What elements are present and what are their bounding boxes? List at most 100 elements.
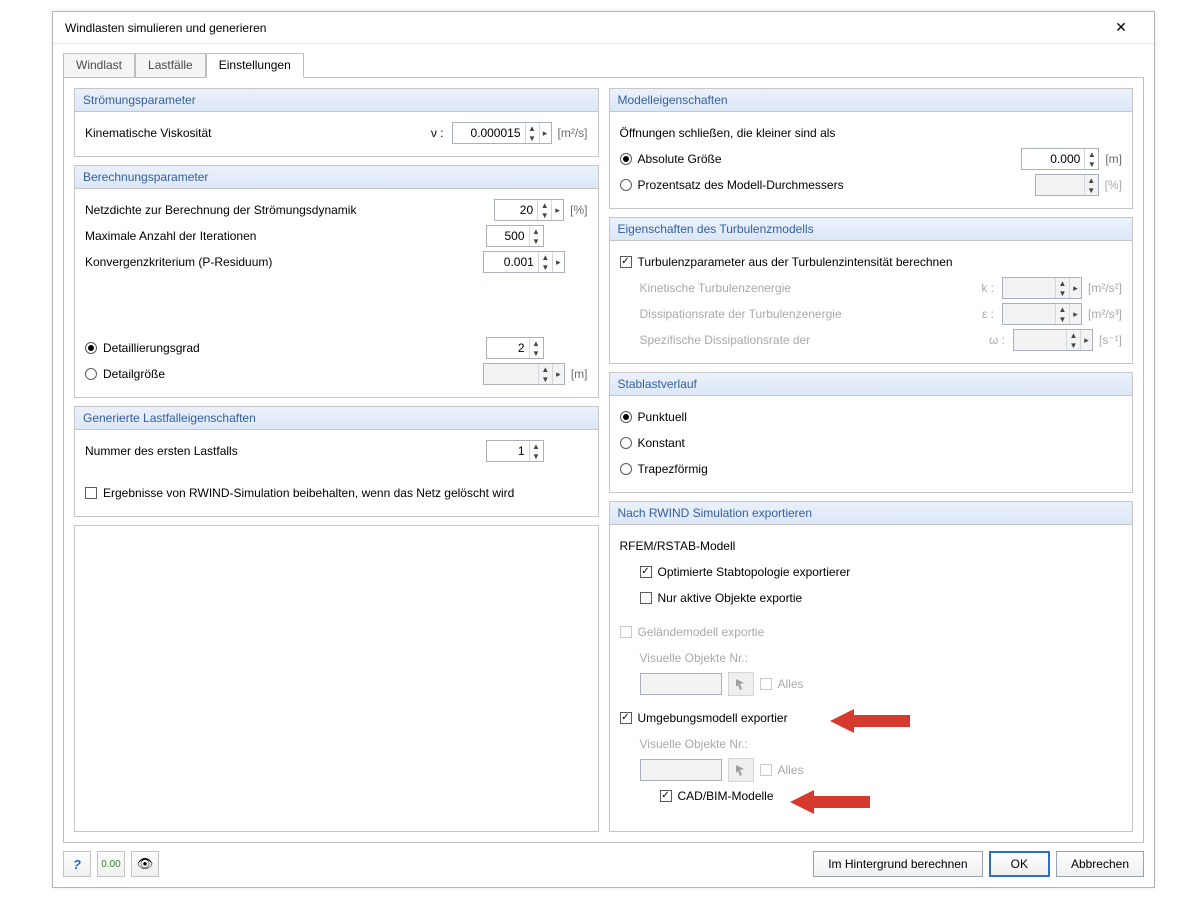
radio-label: Trapezförmig xyxy=(638,462,708,476)
eye-icon: 👁 xyxy=(137,856,154,872)
cursor-pick-icon xyxy=(734,763,748,777)
check-cad-bim[interactable]: CAD/BIM-Modelle xyxy=(660,789,774,803)
visual-objects-label-1: Visuelle Objekte Nr.: xyxy=(640,651,749,665)
preview-button[interactable]: 👁 xyxy=(131,851,159,877)
group-heading: Stablastverlauf xyxy=(610,373,1133,396)
pick-button-2 xyxy=(728,758,754,782)
viscosity-value[interactable] xyxy=(453,123,525,143)
tab-lastfaelle[interactable]: Lastfälle xyxy=(135,53,206,77)
group-heading: Nach RWIND Simulation exportieren xyxy=(610,502,1133,525)
scrub-icon[interactable]: ▸ xyxy=(552,252,564,272)
k-input: ▲▼ ▸ xyxy=(1002,277,1082,299)
check-label: Geländemodell exportie xyxy=(638,625,765,639)
radio-absolute-size[interactable]: Absolute Größe xyxy=(620,152,722,166)
spinner-icon: ▲▼ xyxy=(538,364,552,384)
spinner-icon[interactable]: ▲▼ xyxy=(538,252,552,272)
button-label: Abbrechen xyxy=(1071,857,1129,871)
viscosity-unit: [m²/s] xyxy=(558,126,588,140)
tabpanel-einstellungen: Strömungsparameter Kinematische Viskosit… xyxy=(63,77,1144,843)
spinner-icon[interactable]: ▲▼ xyxy=(529,441,543,461)
check-opt-topology[interactable]: Optimierte Stabtopologie exportierer xyxy=(640,565,851,579)
group-heading: Modelleigenschaften xyxy=(610,89,1133,112)
spinner-icon[interactable]: ▲▼ xyxy=(537,200,551,220)
cursor-pick-icon xyxy=(734,677,748,691)
mesh-density-input[interactable]: ▲▼ ▸ xyxy=(494,199,564,221)
window-title: Windlasten simulieren und generieren xyxy=(65,12,1098,44)
radio-detail-size[interactable]: Detailgröße xyxy=(85,367,165,381)
group-flow-parameters: Strömungsparameter Kinematische Viskosit… xyxy=(74,88,599,157)
units-button[interactable]: 0.00 xyxy=(97,851,125,877)
check-only-active[interactable]: Nur aktive Objekte exportie xyxy=(640,591,803,605)
radio-label: Punktuell xyxy=(638,410,687,424)
omega-label: Spezifische Dissipationsrate der xyxy=(640,333,984,347)
radio-trapezoid[interactable]: Trapezförmig xyxy=(620,462,708,476)
check-retain-results[interactable]: Ergebnisse von RWIND-Simulation beibehal… xyxy=(85,486,514,500)
omega-value xyxy=(1014,330,1066,350)
eps-label: Dissipationsrate der Turbulenzenergie xyxy=(640,307,973,321)
tab-einstellungen[interactable]: Einstellungen xyxy=(206,53,304,78)
convergence-value[interactable] xyxy=(484,252,538,272)
scrub-icon: ▸ xyxy=(1069,304,1081,324)
percent-diameter-input: ▲▼ xyxy=(1035,174,1099,196)
spinner-icon: ▲▼ xyxy=(1066,330,1080,350)
viscosity-input[interactable]: ▲▼ ▸ xyxy=(452,122,552,144)
group-member-load: Stablastverlauf Punktuell Konstant Trape… xyxy=(609,372,1134,493)
first-lc-input[interactable]: ▲▼ xyxy=(486,440,544,462)
detail-level-value[interactable] xyxy=(487,338,529,358)
percent-diameter-unit: [%] xyxy=(1105,178,1122,192)
group-turbulence: Eigenschaften des Turbulenzmodells Turbu… xyxy=(609,217,1134,364)
background-calc-button[interactable]: Im Hintergrund berechnen xyxy=(813,851,982,877)
detail-size-unit: [m] xyxy=(571,367,588,381)
convergence-input[interactable]: ▲▼ ▸ xyxy=(483,251,565,273)
radio-constant[interactable]: Konstant xyxy=(620,436,685,450)
visual-objects-input-1 xyxy=(640,673,722,695)
max-iter-value[interactable] xyxy=(487,226,529,246)
group-empty-placeholder xyxy=(74,525,599,832)
check-terrain-model: Geländemodell exportie xyxy=(620,625,765,639)
visual-objects-input-2 xyxy=(640,759,722,781)
group-heading: Eigenschaften des Turbulenzmodells xyxy=(610,218,1133,241)
ok-button[interactable]: OK xyxy=(989,851,1050,877)
detail-size-value xyxy=(484,364,538,384)
visual-objects-label-2: Visuelle Objekte Nr.: xyxy=(640,737,749,751)
dialog-window: Windlasten simulieren und generieren ✕ W… xyxy=(52,11,1155,888)
scrub-icon: ▸ xyxy=(552,364,564,384)
button-label: OK xyxy=(1011,857,1028,871)
absolute-size-unit: [m] xyxy=(1105,152,1122,166)
group-heading: Generierte Lastfalleigenschaften xyxy=(75,407,598,430)
radio-point[interactable]: Punktuell xyxy=(620,410,687,424)
eps-symbol: ε : xyxy=(972,307,996,321)
scrub-icon[interactable]: ▸ xyxy=(551,200,563,220)
radio-detail-level[interactable]: Detaillierungsgrad xyxy=(85,341,200,355)
check-turbulence-from-intensity[interactable]: Turbulenzparameter aus der Turbulenzinte… xyxy=(620,255,953,269)
help-button[interactable]: ? xyxy=(63,851,91,877)
radio-label: Absolute Größe xyxy=(638,152,722,166)
spinner-icon[interactable]: ▲▼ xyxy=(1084,149,1098,169)
k-unit: [m²/s²] xyxy=(1088,281,1122,295)
percent-diameter-value xyxy=(1036,175,1084,195)
k-label: Kinetische Turbulenzenergie xyxy=(640,281,973,295)
group-calc-parameters: Berechnungsparameter Netzdichte zur Bere… xyxy=(74,165,599,398)
max-iter-input[interactable]: ▲▼ xyxy=(486,225,544,247)
cancel-button[interactable]: Abbrechen xyxy=(1056,851,1144,877)
check-environment-model[interactable]: Umgebungsmodell exportier xyxy=(620,711,788,725)
mesh-density-label: Netzdichte zur Berechnung der Strömungsd… xyxy=(85,203,494,217)
viscosity-label: Kinematische Viskosität xyxy=(85,126,422,140)
spinner-icon[interactable]: ▲▼ xyxy=(529,338,543,358)
check-label: Optimierte Stabtopologie exportierer xyxy=(658,565,851,579)
tab-windlast[interactable]: Windlast xyxy=(63,53,135,77)
absolute-size-input[interactable]: ▲▼ xyxy=(1021,148,1099,170)
mesh-density-value[interactable] xyxy=(495,200,537,220)
first-lc-value[interactable] xyxy=(487,441,529,461)
check-label: Turbulenzparameter aus der Turbulenzinte… xyxy=(638,255,953,269)
check-all-1: Alles xyxy=(760,677,804,691)
scrub-icon[interactable]: ▸ xyxy=(539,123,551,143)
spinner-icon[interactable]: ▲▼ xyxy=(525,123,539,143)
absolute-size-value[interactable] xyxy=(1022,149,1084,169)
detail-level-input[interactable]: ▲▼ xyxy=(486,337,544,359)
detail-size-input: ▲▼ ▸ xyxy=(483,363,565,385)
close-icon[interactable]: ✕ xyxy=(1098,12,1144,44)
spinner-icon[interactable]: ▲▼ xyxy=(529,226,543,246)
radio-percent-diameter[interactable]: Prozentsatz des Modell-Durchmessers xyxy=(620,178,844,192)
check-label: Ergebnisse von RWIND-Simulation beibehal… xyxy=(103,486,514,500)
